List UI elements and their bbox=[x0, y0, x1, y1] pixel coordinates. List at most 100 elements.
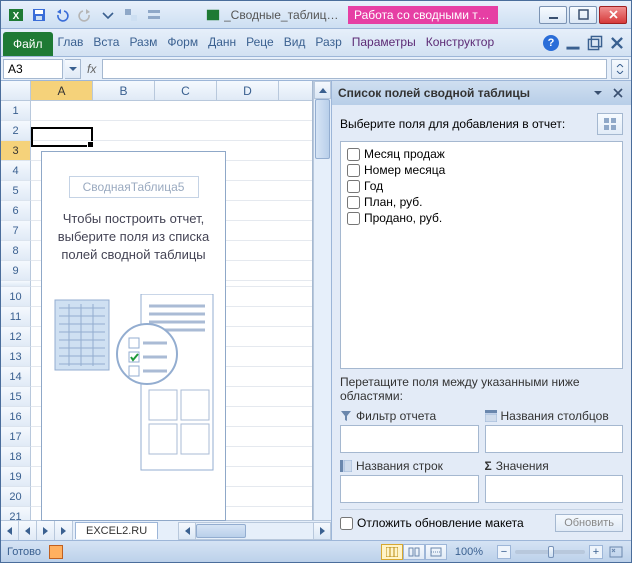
row-header[interactable]: 18 bbox=[1, 447, 31, 467]
row-header[interactable]: 3 bbox=[1, 141, 31, 161]
zoom-thumb[interactable] bbox=[548, 546, 554, 558]
mdi-minimize-icon[interactable] bbox=[565, 35, 581, 51]
tab-nav-prev-icon[interactable] bbox=[19, 521, 37, 540]
undo-icon[interactable] bbox=[51, 4, 73, 26]
field-item[interactable]: Продано, руб. bbox=[345, 210, 618, 226]
tab-review[interactable]: Реце bbox=[241, 29, 279, 56]
vertical-scrollbar[interactable] bbox=[313, 81, 331, 540]
row-header[interactable]: 11 bbox=[1, 307, 31, 327]
tab-layout[interactable]: Разм bbox=[124, 29, 162, 56]
save-icon[interactable] bbox=[28, 4, 50, 26]
field-item[interactable]: Месяц продаж bbox=[345, 146, 618, 162]
field-checkbox[interactable] bbox=[347, 196, 360, 209]
row-header[interactable]: 13 bbox=[1, 347, 31, 367]
row-header[interactable]: 8 bbox=[1, 241, 31, 261]
zoom-out-button[interactable]: − bbox=[497, 545, 511, 559]
row-header[interactable]: 5 bbox=[1, 181, 31, 201]
select-all-corner[interactable] bbox=[1, 81, 31, 100]
row-header[interactable]: 7 bbox=[1, 221, 31, 241]
view-normal-icon[interactable] bbox=[381, 544, 403, 560]
horizontal-scrollbar[interactable] bbox=[178, 521, 331, 540]
macro-record-icon[interactable] bbox=[49, 545, 63, 559]
fx-icon[interactable]: fx bbox=[81, 62, 102, 76]
scroll-right-icon[interactable] bbox=[313, 522, 331, 540]
zoom-fit-icon[interactable] bbox=[607, 545, 625, 559]
field-checkbox[interactable] bbox=[347, 164, 360, 177]
field-item[interactable]: Год bbox=[345, 178, 618, 194]
tab-pivot-options[interactable]: Параметры bbox=[347, 29, 421, 56]
redo-icon[interactable] bbox=[74, 4, 96, 26]
name-box[interactable]: A3 bbox=[3, 59, 63, 79]
scroll-up-icon[interactable] bbox=[314, 81, 331, 99]
tab-nav-next-icon[interactable] bbox=[37, 521, 55, 540]
row-header[interactable]: 2 bbox=[1, 121, 31, 141]
vscroll-thumb[interactable] bbox=[315, 99, 330, 159]
excel-app-icon[interactable]: X bbox=[5, 4, 27, 26]
update-button[interactable]: Обновить bbox=[555, 514, 623, 532]
tab-home[interactable]: Глав bbox=[53, 29, 89, 56]
spreadsheet[interactable]: A B C D 1 2 3 4 5 6 7 8 9 10 11 12 13 14… bbox=[1, 81, 313, 540]
close-window-button[interactable] bbox=[599, 6, 627, 24]
view-page-break-icon[interactable] bbox=[425, 544, 447, 560]
area-values-drop[interactable] bbox=[485, 475, 624, 503]
zoom-percent[interactable]: 100% bbox=[455, 546, 483, 558]
col-header-A[interactable]: A bbox=[31, 81, 93, 100]
col-header-C[interactable]: C bbox=[155, 81, 217, 100]
formula-bar-expand[interactable] bbox=[611, 59, 629, 79]
help-button[interactable]: ? bbox=[543, 35, 559, 51]
hscroll-track[interactable] bbox=[196, 522, 313, 540]
qat-extra2-icon[interactable] bbox=[143, 4, 165, 26]
field-list-layout-button[interactable] bbox=[597, 113, 623, 135]
minimize-button[interactable] bbox=[539, 6, 567, 24]
name-box-dropdown[interactable] bbox=[65, 59, 81, 79]
field-list-options-icon[interactable] bbox=[591, 91, 605, 95]
row-header[interactable]: 6 bbox=[1, 201, 31, 221]
field-list-close-icon[interactable] bbox=[611, 88, 625, 98]
tab-pivot-design[interactable]: Конструктор bbox=[421, 29, 499, 56]
tab-data[interactable]: Данн bbox=[203, 29, 241, 56]
row-header[interactable]: 9 bbox=[1, 261, 31, 281]
scroll-left-icon[interactable] bbox=[178, 522, 196, 540]
tab-formulas[interactable]: Форм bbox=[162, 29, 203, 56]
file-tab[interactable]: Файл bbox=[3, 32, 53, 56]
field-item[interactable]: План, руб. bbox=[345, 194, 618, 210]
row-header[interactable]: 10 bbox=[1, 287, 31, 307]
mdi-restore-icon[interactable] bbox=[587, 35, 603, 51]
row-header[interactable]: 19 bbox=[1, 467, 31, 487]
tab-view[interactable]: Вид bbox=[279, 29, 311, 56]
area-rows-drop[interactable] bbox=[340, 475, 479, 503]
qat-extra1-icon[interactable] bbox=[120, 4, 142, 26]
row-header[interactable]: 12 bbox=[1, 327, 31, 347]
tab-nav-first-icon[interactable] bbox=[1, 521, 19, 540]
tab-nav-last-icon[interactable] bbox=[55, 521, 73, 540]
row-header[interactable]: 4 bbox=[1, 161, 31, 181]
row-header[interactable]: 14 bbox=[1, 367, 31, 387]
sheet-tab[interactable]: EXCEL2.RU bbox=[75, 522, 158, 539]
field-item[interactable]: Номер месяца bbox=[345, 162, 618, 178]
view-page-layout-icon[interactable] bbox=[403, 544, 425, 560]
mdi-close-icon[interactable] bbox=[609, 35, 625, 51]
row-header[interactable]: 1 bbox=[1, 101, 31, 121]
row-header[interactable]: 20 bbox=[1, 487, 31, 507]
tab-insert[interactable]: Вста bbox=[88, 29, 124, 56]
field-list-box[interactable]: Месяц продаж Номер месяца Год План, руб.… bbox=[340, 141, 623, 369]
defer-update-checkbox[interactable] bbox=[340, 517, 353, 530]
field-checkbox[interactable] bbox=[347, 148, 360, 161]
hscroll-thumb[interactable] bbox=[196, 524, 246, 538]
area-filter-drop[interactable] bbox=[340, 425, 479, 453]
col-header-D[interactable]: D bbox=[217, 81, 279, 100]
qat-customize-icon[interactable] bbox=[97, 4, 119, 26]
col-header-B[interactable]: B bbox=[93, 81, 155, 100]
field-list-titlebar[interactable]: Список полей сводной таблицы bbox=[332, 81, 631, 105]
zoom-track[interactable] bbox=[515, 550, 585, 554]
vscroll-track[interactable] bbox=[314, 99, 331, 522]
formula-input[interactable] bbox=[102, 59, 607, 79]
field-checkbox[interactable] bbox=[347, 180, 360, 193]
row-header[interactable]: 16 bbox=[1, 407, 31, 427]
pivot-placeholder[interactable]: СводнаяТаблица5 Чтобы построить отчет, в… bbox=[41, 151, 226, 521]
row-header[interactable]: 17 bbox=[1, 427, 31, 447]
tab-developer[interactable]: Разр bbox=[310, 29, 346, 56]
maximize-button[interactable] bbox=[569, 6, 597, 24]
row-header[interactable]: 15 bbox=[1, 387, 31, 407]
field-checkbox[interactable] bbox=[347, 212, 360, 225]
